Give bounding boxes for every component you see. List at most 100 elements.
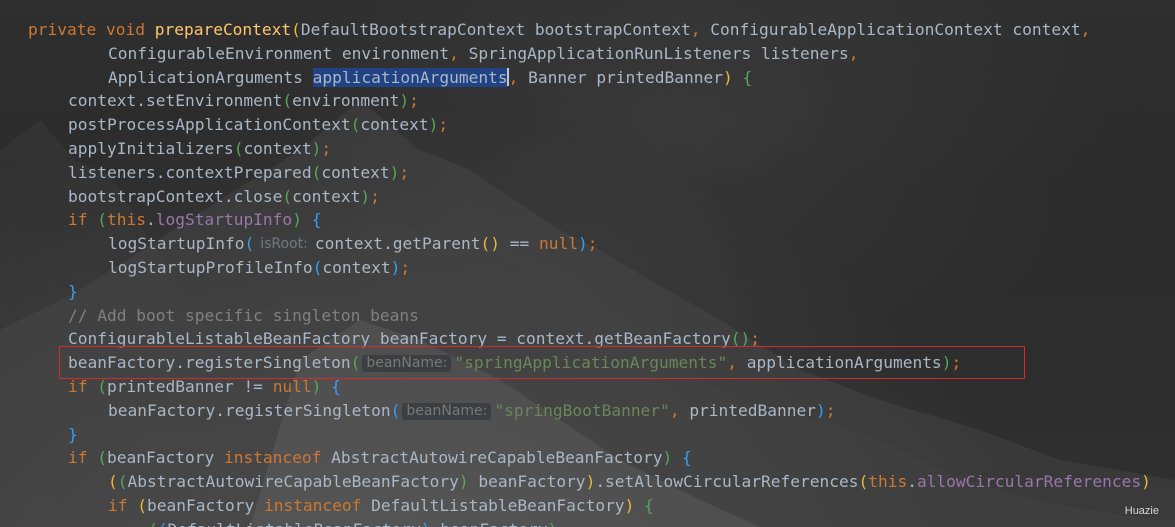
code-token: DefaultListableBeanFactory <box>168 520 421 527</box>
code-token: logStartupProfileInfo <box>108 257 313 277</box>
code-token: instanceof <box>223 448 322 468</box>
code-token: beanFactory <box>468 472 586 492</box>
code-token: if <box>68 210 88 230</box>
code-token: ; <box>399 162 410 182</box>
code-token: . <box>145 210 156 230</box>
code-line[interactable]: postProcessApplicationContext(context); <box>0 113 1175 137</box>
code-token: AbstractAutowireCapableBeanFactory <box>321 448 663 468</box>
parameter-hint: isRoot: <box>256 236 312 254</box>
code-token: void <box>105 20 145 39</box>
code-line[interactable]: } <box>0 280 1175 304</box>
code-token: applyInitializers <box>68 138 234 158</box>
code-line[interactable]: ((AbstractAutowireCapableBeanFactory) be… <box>0 470 1175 494</box>
code-token: ( <box>137 495 147 515</box>
code-token: { <box>682 448 692 468</box>
code-token: context <box>360 115 429 135</box>
code-token: { <box>742 67 753 87</box>
code-line[interactable]: ConfigurableEnvironment environment, Spr… <box>0 42 1175 66</box>
code-token: . <box>907 472 917 492</box>
code-token: null <box>272 376 312 396</box>
code-line[interactable]: private void prepareContext(DefaultBoots… <box>0 18 1175 42</box>
code-editor[interactable]: private void prepareContext(DefaultBoots… <box>0 0 1175 527</box>
code-token: ; <box>825 400 836 420</box>
code-token: { <box>644 495 654 515</box>
code-token: postProcessApplicationContext <box>68 115 351 135</box>
code-token: beanFactory.registerSingleton <box>108 400 391 420</box>
code-token: , <box>1080 20 1091 39</box>
code-line[interactable]: // Add boot specific singleton beans <box>0 304 1175 328</box>
code-token: if <box>68 448 88 468</box>
code-token: prepareContext <box>154 20 292 39</box>
code-token: ) <box>292 210 302 230</box>
code-line[interactable]: logStartupProfileInfo(context); <box>0 256 1175 280</box>
code-token: ) <box>399 91 410 111</box>
code-token: { <box>311 210 322 230</box>
code-token: SpringApplicationRunListeners listeners <box>468 43 849 63</box>
code-token: ( <box>311 162 322 182</box>
code-token: ( <box>282 186 293 206</box>
code-line[interactable]: ((DefaultListableBeanFactory) beanFactor… <box>0 518 1175 527</box>
code-token: ( <box>312 257 323 277</box>
code-token: ( <box>350 115 361 135</box>
code-token: , <box>690 20 711 39</box>
watermark-text: Huazie <box>1124 505 1159 517</box>
code-line[interactable]: if (beanFactory instanceof AbstractAutow… <box>0 446 1175 470</box>
code-token: ( <box>117 472 128 492</box>
code-line[interactable]: if (this.logStartupInfo) { <box>0 208 1175 232</box>
code-token: ( <box>148 520 158 527</box>
code-token: ( <box>282 91 293 111</box>
code-token: ) <box>662 448 673 468</box>
code-token: ) <box>577 234 588 254</box>
code-token: environment <box>292 91 400 111</box>
code-line[interactable]: bootstrapContext.close(context); <box>0 185 1175 209</box>
code-token: // Add boot specific singleton beans <box>68 305 419 325</box>
code-token: ) <box>723 67 733 87</box>
code-token: ) <box>389 162 400 182</box>
code-line[interactable]: applyInitializers(context); <box>0 137 1175 161</box>
code-token: this <box>868 472 908 492</box>
code-token: ) <box>360 186 371 206</box>
code-token: () <box>480 234 501 254</box>
code-token: listeners.contextPrepared <box>68 162 312 182</box>
code-token: { <box>331 376 341 396</box>
code-token: , <box>848 43 859 63</box>
code-token: ConfigurableEnvironment environment <box>108 43 450 63</box>
code-token: ; <box>587 234 598 254</box>
code-line[interactable]: ApplicationArguments applicationArgument… <box>0 66 1175 90</box>
parameter-hint: beanName: <box>402 402 492 420</box>
code-line[interactable]: } <box>0 423 1175 447</box>
code-token: ( <box>108 472 118 492</box>
code-token: DefaultBootstrapContext bootstrapContext <box>300 20 691 39</box>
code-token: ( <box>233 138 244 158</box>
code-line[interactable]: listeners.contextPrepared(context); <box>0 161 1175 185</box>
code-token: context <box>243 138 312 158</box>
code-token: ( <box>390 400 401 420</box>
code-token: ( <box>97 210 107 230</box>
code-token: == <box>500 234 539 254</box>
code-token: ) <box>585 472 596 492</box>
code-token: bootstrapContext.close <box>68 186 283 206</box>
code-token: context.setEnvironment <box>68 91 283 111</box>
code-token: ) <box>311 138 322 158</box>
code-token: ( <box>244 234 255 254</box>
code-line[interactable]: if (beanFactory instanceof DefaultListab… <box>0 494 1175 518</box>
code-line[interactable]: context.setEnvironment(environment); <box>0 89 1175 113</box>
code-token: ) <box>311 376 322 396</box>
code-token: ( <box>858 472 869 492</box>
code-token: ) <box>428 115 439 135</box>
code-token: , <box>669 400 690 420</box>
code-token: ( <box>97 376 107 396</box>
code-line[interactable]: logStartupInfo(isRoot: context.getParent(… <box>0 232 1175 256</box>
code-token: ) <box>390 257 401 277</box>
code-token: context <box>321 162 390 182</box>
code-line[interactable]: beanFactory.registerSingleton(beanName: "… <box>0 399 1175 423</box>
code-token: , <box>449 43 469 63</box>
